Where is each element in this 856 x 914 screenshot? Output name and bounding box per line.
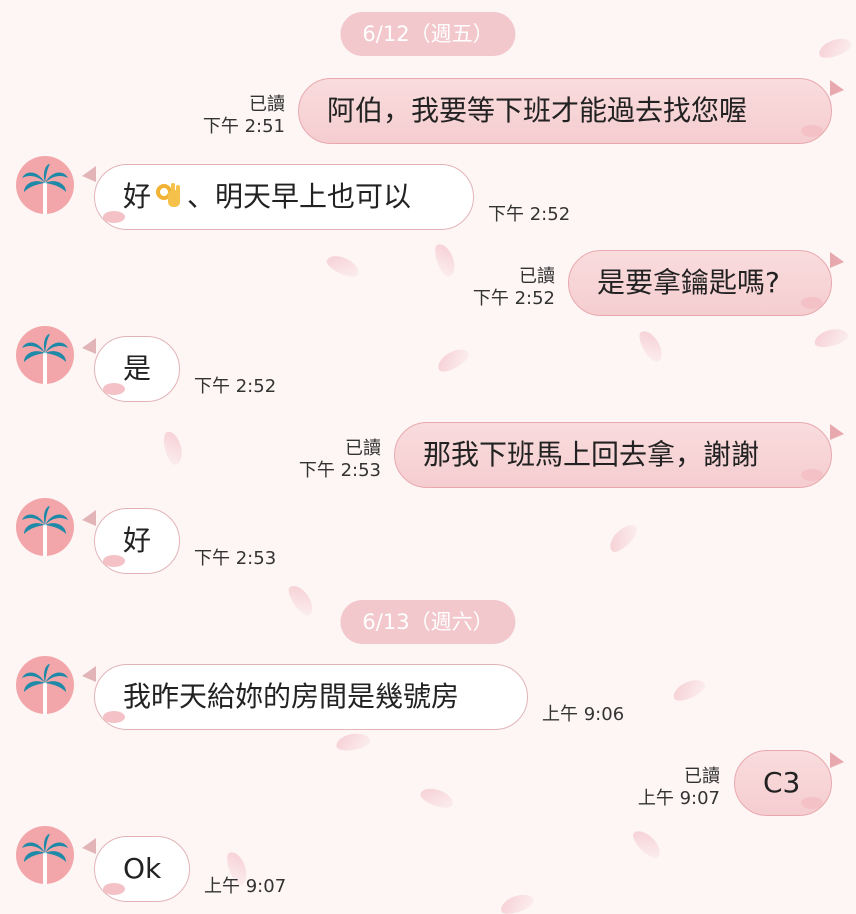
petal-decoration xyxy=(605,520,641,556)
bubble-tail xyxy=(82,838,96,854)
date-separator: 6/13（週六） xyxy=(340,600,516,644)
palm-tree-icon xyxy=(22,506,68,556)
bubble-tail xyxy=(830,752,844,768)
message-text: 是 xyxy=(123,352,152,385)
sent-message-bubble[interactable]: 阿伯，我要等下班才能過去找您喔 xyxy=(298,78,832,144)
message-time: 上午 9:07 xyxy=(637,788,720,809)
message-text: 好 xyxy=(123,180,152,213)
message-time: 下午 2:52 xyxy=(472,288,555,309)
message-text: 好 xyxy=(123,524,152,557)
contact-avatar[interactable] xyxy=(16,156,74,214)
petal-decoration xyxy=(635,327,667,365)
message-text: 我昨天給妳的房間是幾號房 xyxy=(123,680,460,713)
ok-hand-emoji xyxy=(156,183,181,207)
received-message-bubble[interactable]: 是 xyxy=(94,336,180,402)
bubble-tail xyxy=(82,338,96,354)
palm-tree-icon xyxy=(22,834,68,884)
petal-decoration xyxy=(334,731,372,753)
contact-avatar[interactable] xyxy=(16,826,74,884)
message-meta: 已讀 下午 2:53 xyxy=(299,438,381,482)
message-text: 阿伯，我要等下班才能過去找您喔 xyxy=(327,94,748,127)
bubble-tail xyxy=(82,166,96,182)
message-time: 下午 2:53 xyxy=(194,548,277,569)
message-text: 、明天早上也可以 xyxy=(187,180,412,213)
chat-area: 6/12（週五） 已讀 下午 2:51 阿伯，我要等下班才能過去找您喔 好 、明天… xyxy=(0,0,856,914)
read-receipt: 已讀 xyxy=(345,438,381,459)
message-time: 下午 2:52 xyxy=(194,376,277,397)
bubble-tail xyxy=(830,424,844,440)
read-receipt: 已讀 xyxy=(249,94,285,115)
message-time: 上午 9:06 xyxy=(542,704,625,725)
petal-decoration xyxy=(629,826,665,862)
palm-tree-icon xyxy=(22,664,68,714)
palm-tree-icon xyxy=(22,334,68,384)
petal-decoration xyxy=(434,344,472,376)
sent-message-bubble[interactable]: 是要拿鑰匙嗎? xyxy=(568,250,832,316)
petal-decoration xyxy=(284,581,318,619)
palm-tree-icon xyxy=(22,164,68,214)
petal-decoration xyxy=(812,325,850,351)
petal-decoration xyxy=(418,784,456,812)
bubble-tail xyxy=(82,666,96,682)
message-text: C3 xyxy=(763,766,801,799)
message-text: 那我下班馬上回去拿，謝謝 xyxy=(423,438,760,471)
message-time: 下午 2:53 xyxy=(298,460,381,481)
message-meta: 已讀 下午 2:51 xyxy=(203,94,285,138)
received-message-bubble[interactable]: Ok xyxy=(94,836,190,902)
message-time: 下午 2:52 xyxy=(488,204,571,225)
message-time: 下午 2:51 xyxy=(202,116,285,137)
contact-avatar[interactable] xyxy=(16,656,74,714)
message-meta: 已讀 上午 9:07 xyxy=(638,766,720,810)
read-receipt: 已讀 xyxy=(519,266,555,287)
petal-decoration xyxy=(498,890,536,914)
sent-message-bubble[interactable]: C3 xyxy=(734,750,832,816)
petal-decoration xyxy=(816,34,854,62)
message-meta: 已讀 下午 2:52 xyxy=(473,266,555,310)
bubble-tail xyxy=(830,252,844,268)
petal-decoration xyxy=(670,675,708,705)
bubble-tail xyxy=(830,80,844,96)
contact-avatar[interactable] xyxy=(16,326,74,384)
received-message-bubble[interactable]: 好 、明天早上也可以 xyxy=(94,164,474,230)
message-text: Ok xyxy=(123,852,162,885)
sent-message-bubble[interactable]: 那我下班馬上回去拿，謝謝 xyxy=(394,422,832,488)
date-separator: 6/12（週五） xyxy=(340,12,516,56)
petal-decoration xyxy=(160,429,186,467)
received-message-bubble[interactable]: 我昨天給妳的房間是幾號房 xyxy=(94,664,528,730)
message-text: 是要拿鑰匙嗎? xyxy=(597,266,780,299)
bubble-tail xyxy=(82,510,96,526)
received-message-bubble[interactable]: 好 xyxy=(94,508,180,574)
petal-decoration xyxy=(431,241,459,279)
read-receipt: 已讀 xyxy=(684,766,720,787)
contact-avatar[interactable] xyxy=(16,498,74,556)
petal-decoration xyxy=(324,251,362,281)
message-time: 上午 9:07 xyxy=(204,876,287,897)
